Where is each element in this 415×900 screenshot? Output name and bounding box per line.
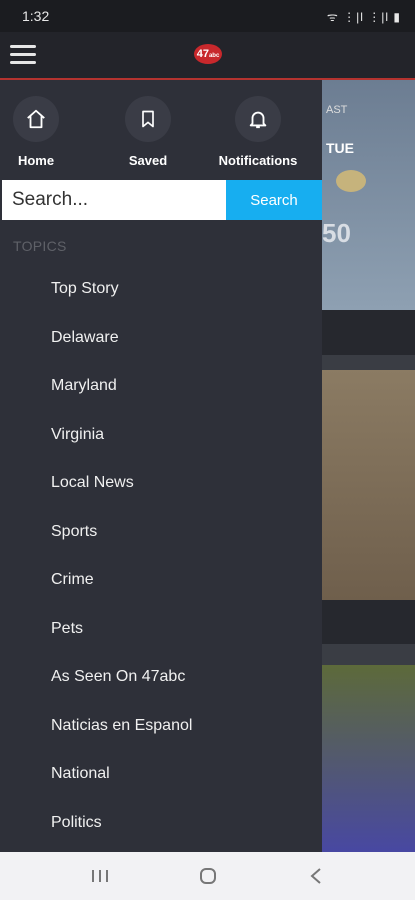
notifications-label: Notifications [218, 153, 298, 168]
search-button[interactable]: Search [226, 180, 322, 220]
topic-item-delaware[interactable]: Delaware [0, 314, 322, 363]
app-bar: 47abc [0, 32, 415, 80]
logo-text: 47 [196, 48, 209, 60]
topic-item-politics[interactable]: Politics [0, 799, 322, 848]
topic-item-national[interactable]: National [0, 750, 322, 799]
notifications-button[interactable]: Notifications [208, 96, 308, 168]
home-icon [13, 96, 59, 142]
bookmark-icon [125, 96, 171, 142]
saved-button[interactable]: Saved [98, 96, 198, 168]
topics-heading: TOPICS [13, 238, 67, 254]
topic-item-as-seen-on[interactable]: As Seen On 47abc [0, 653, 322, 702]
home-nav-icon[interactable] [188, 862, 228, 890]
story-image[interactable] [322, 370, 415, 600]
topic-item-top-story[interactable]: Top Story [0, 265, 322, 314]
home-label: Home [17, 153, 55, 168]
topic-item-crime[interactable]: Crime [0, 556, 322, 605]
bell-icon [235, 96, 281, 142]
back-icon[interactable] [296, 862, 336, 890]
weather-card[interactable]: AST TUE 50 [322, 80, 415, 310]
status-icons: ᯤ ⋮|l ⋮|l ▮ [326, 10, 401, 24]
status-time: 1:32 [22, 8, 50, 24]
weather-day: TUE [326, 140, 354, 156]
logo-sub: abc [208, 53, 220, 59]
background-feed: AST TUE 50 [322, 80, 415, 852]
topic-item-sports[interactable]: Sports [0, 508, 322, 557]
status-bar: 1:32 ᯤ ⋮|l ⋮|l ▮ [0, 0, 415, 32]
topic-item-local-news[interactable]: Local News [0, 459, 322, 508]
sun-icon [336, 170, 366, 192]
story-image[interactable] [322, 665, 415, 852]
topic-item-pets[interactable]: Pets [0, 605, 322, 654]
quick-actions: Home Saved Notifications [0, 80, 322, 178]
home-button[interactable]: Home [0, 96, 86, 168]
weather-label: AST [326, 104, 348, 116]
navigation-drawer: Home Saved Notifications Search TOPICS T… [0, 80, 322, 852]
topics-list: Top Story Delaware Maryland Virginia Loc… [0, 265, 322, 847]
station-logo[interactable]: 47abc [194, 44, 222, 64]
search-input[interactable] [2, 180, 226, 220]
story-caption-bar [322, 310, 415, 355]
menu-icon[interactable] [10, 45, 36, 65]
saved-label: Saved [128, 153, 168, 168]
topic-item-noticias[interactable]: Naticias en Espanol [0, 702, 322, 751]
story-caption-bar [322, 600, 415, 644]
topic-item-maryland[interactable]: Maryland [0, 362, 322, 411]
topic-item-virginia[interactable]: Virginia [0, 411, 322, 460]
weather-temp: 50 [322, 218, 351, 248]
system-nav-bar [0, 852, 415, 900]
recent-apps-icon[interactable] [80, 862, 120, 890]
